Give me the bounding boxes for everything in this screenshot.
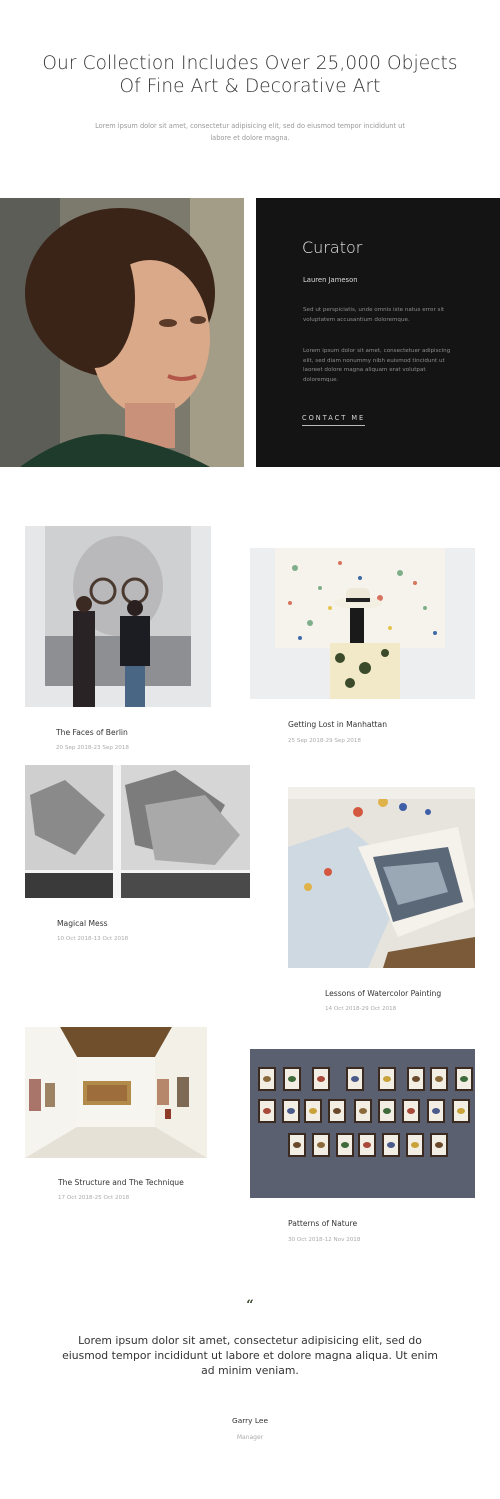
exhibition-image-magical-mess[interactable] bbox=[25, 765, 250, 898]
exhibition-dates: 20 Sep 2018-23 Sep 2018 bbox=[56, 745, 129, 751]
curator-heading: Curator bbox=[302, 238, 363, 257]
hero-title-line1: Our Collection Includes Over 25,000 Obje… bbox=[42, 53, 458, 74]
exhibition-title[interactable]: The Structure and The Technique bbox=[58, 1178, 184, 1187]
curator-paragraph-2: Lorem ipsum dolor sit amet, consectetuer… bbox=[303, 348, 451, 383]
exhibition-title[interactable]: Magical Mess bbox=[57, 919, 108, 928]
exhibition-title[interactable]: Lessons of Watercolor Painting bbox=[325, 989, 441, 998]
curator-paragraph-1: Sed ut perspiciatis, unde omnis iste nat… bbox=[303, 307, 445, 323]
hero-subtitle: Lorem ipsum dolor sit amet, consectetur … bbox=[95, 122, 405, 142]
testimonial-role: Manager bbox=[236, 1434, 264, 1441]
hero-title-line2: Of Fine Art & Decorative Art bbox=[119, 76, 381, 97]
exhibition-dates: 10 Oct 2018-13 Oct 2018 bbox=[57, 936, 129, 942]
exhibition-dates: 30 Oct 2018-12 Nov 2018 bbox=[288, 1237, 361, 1243]
contact-me-button[interactable]: CONTACT ME bbox=[302, 414, 366, 426]
curator-card bbox=[256, 198, 500, 467]
testimonial-text: Lorem ipsum dolor sit amet, consectetur … bbox=[62, 1334, 438, 1377]
exhibition-image-structure-and-technique[interactable] bbox=[25, 1027, 207, 1158]
curator-portrait-image bbox=[0, 198, 244, 467]
exhibition-image-getting-lost-in-manhattan[interactable] bbox=[250, 548, 475, 699]
hero-title: Our Collection Includes Over 25,000 Obje… bbox=[0, 52, 500, 98]
exhibition-title[interactable]: Getting Lost in Manhattan bbox=[288, 720, 387, 729]
exhibition-dates: 25 Sep 2018-29 Sep 2018 bbox=[288, 738, 361, 744]
exhibition-dates: 14 Oct 2018-29 Oct 2018 bbox=[325, 1006, 397, 1012]
exhibition-title[interactable]: The Faces of Berlin bbox=[56, 728, 128, 737]
exhibition-dates: 17 Oct 2018-25 Oct 2018 bbox=[58, 1195, 130, 1201]
quote-icon: “ bbox=[246, 1298, 254, 1313]
testimonial-author: Garry Lee bbox=[231, 1416, 268, 1425]
curator-name: Lauren Jameson bbox=[303, 276, 358, 284]
exhibition-image-lessons-of-watercolor-painting[interactable] bbox=[288, 787, 475, 968]
exhibition-title[interactable]: Patterns of Nature bbox=[288, 1219, 357, 1228]
exhibition-image-faces-of-berlin[interactable] bbox=[25, 526, 211, 707]
exhibition-image-patterns-of-nature[interactable] bbox=[250, 1049, 475, 1198]
